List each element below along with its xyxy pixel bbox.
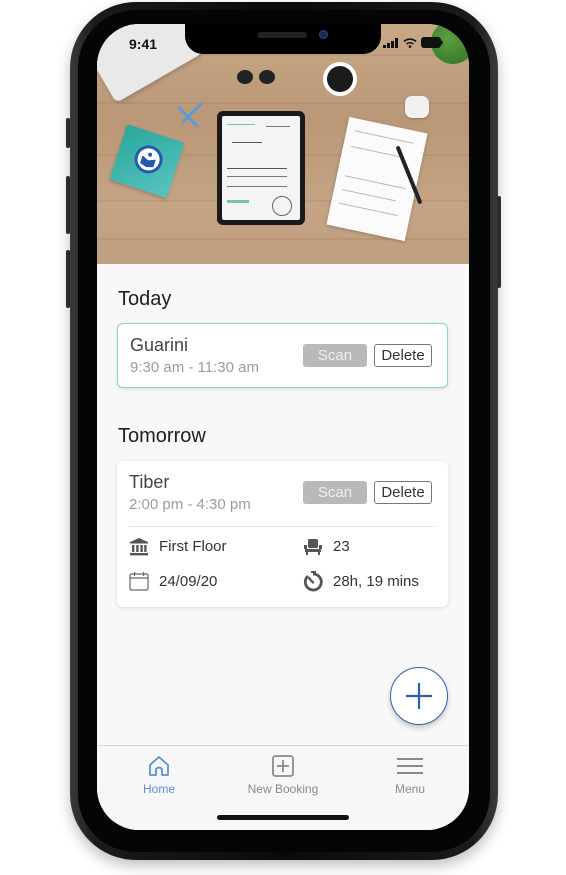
seat-value: 23 [333,538,350,555]
detail-countdown: 28h, 19 mins [303,571,419,592]
app-screen: 9:41 Today Guarini 9:30 am - 11:30 am Sc… [97,24,469,830]
pencils-image [177,102,203,128]
booking-time: 9:30 am - 11:30 am [130,359,259,376]
tab-new-booking[interactable]: New Booking [233,754,333,796]
building-icon [130,538,148,556]
wifi-icon [403,37,417,48]
cellular-signal-icon [383,37,398,48]
tab-label: Menu [394,782,426,796]
section-title-today: Today [118,288,172,310]
countdown-value: 28h, 19 mins [333,573,419,590]
section-title-tomorrow: Tomorrow [118,425,206,447]
detail-date: 24/09/20 [129,571,217,591]
card-divider [129,526,435,527]
booking-name: Tiber [129,472,170,492]
tab-home[interactable]: Home [109,754,209,796]
sunglasses-image [237,70,253,84]
mute-switch [66,118,70,148]
coffee-cup-image [323,62,357,96]
notch [185,24,381,54]
tab-label: Home [142,782,175,796]
front-camera [319,30,328,39]
add-booking-fab[interactable] [390,667,448,725]
detail-floor: First Floor [129,537,227,556]
floor-value: First Floor [159,538,227,555]
hamburger-icon [397,758,423,774]
airpods-image [405,96,429,118]
booking-card-guarini[interactable]: Guarini 9:30 am - 11:30 am Scan Delete [117,323,448,388]
status-icons [383,37,443,48]
tablet-image [217,111,305,225]
plus-icon [406,683,432,709]
volume-up-button [66,176,70,234]
booking-time: 2:00 pm - 4:30 pm [129,496,251,513]
book-with-logo-image [109,124,185,198]
home-indicator[interactable] [217,815,349,820]
app-logo-icon [130,141,167,178]
booking-card-tiber[interactable]: Tiber 2:00 pm - 4:30 pm Scan Delete Firs… [117,461,448,607]
tab-menu[interactable]: Menu [360,754,460,796]
status-time: 9:41 [129,36,158,52]
tab-label: New Booking [247,782,319,796]
power-button [497,196,501,288]
timer-icon [303,571,323,592]
home-icon [149,756,169,776]
seat-icon [304,539,322,555]
delete-button[interactable]: Delete [374,344,432,367]
delete-button[interactable]: Delete [374,481,432,504]
date-value: 24/09/20 [159,572,218,590]
scan-button[interactable]: Scan [303,481,367,504]
battery-icon [421,37,443,48]
speaker-grille [257,32,307,38]
calendar-icon [129,572,149,591]
scan-button[interactable]: Scan [303,344,367,367]
detail-seat: 23 [303,537,350,556]
volume-down-button [66,250,70,308]
booking-name: Guarini [130,335,189,355]
hero-image [97,24,469,264]
plus-square-icon [272,755,294,777]
